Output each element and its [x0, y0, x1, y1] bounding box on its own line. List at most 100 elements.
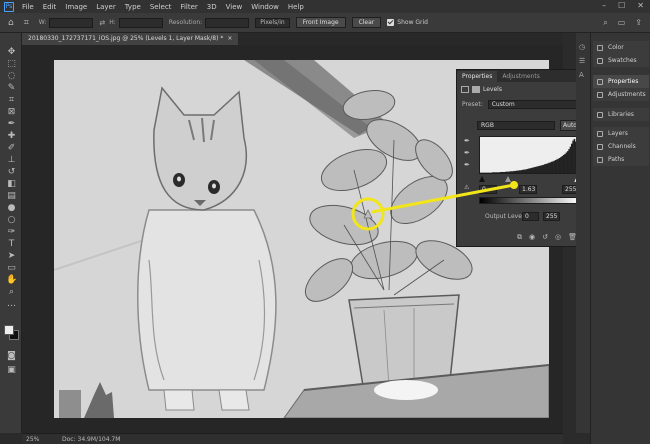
pen-tool-icon[interactable]: ✑ — [6, 227, 17, 238]
frame-tool-icon[interactable]: ⊠ — [6, 107, 17, 118]
move-tool-icon[interactable]: ✥ — [6, 47, 17, 58]
black-point-eyedropper-icon[interactable]: ✒ — [464, 137, 473, 146]
quick-mask-icon[interactable]: ◙ — [6, 351, 17, 362]
width-input[interactable] — [49, 17, 94, 28]
white-point-eyedropper-icon[interactable]: ✒ — [464, 161, 473, 170]
panel-label: Adjustments — [608, 91, 646, 98]
paths-panel-icon — [597, 156, 603, 163]
checkbox-checked-icon — [387, 19, 395, 26]
clipping-warning-icon[interactable]: ⚠ — [464, 183, 473, 192]
share-icon[interactable]: ⇪ — [635, 18, 642, 28]
black-input-handle[interactable] — [479, 176, 485, 182]
close-tab-icon[interactable]: × — [227, 33, 232, 45]
workspace-icon[interactable]: ▭ — [618, 18, 626, 28]
histogram — [479, 136, 580, 174]
marquee-tool-icon[interactable]: ⬚ — [6, 59, 17, 70]
path-selection-tool-icon[interactable]: ➤ — [6, 251, 17, 262]
menu-filter[interactable]: Filter — [180, 3, 197, 11]
panel-libraries[interactable]: Libraries — [593, 108, 649, 121]
blur-tool-icon[interactable]: ● — [6, 203, 17, 214]
panel-label: Paths — [608, 156, 625, 163]
height-input[interactable] — [118, 17, 163, 28]
reset-icon[interactable]: ↺ — [542, 233, 548, 242]
front-image-button[interactable]: Front Image — [295, 17, 346, 28]
more-tools-icon[interactable]: … — [6, 299, 17, 310]
crop-tool-icon[interactable]: ⌗ — [6, 95, 17, 106]
rectangle-tool-icon[interactable]: ▭ — [6, 263, 17, 274]
menu-edit[interactable]: Edit — [43, 3, 57, 11]
menu-type[interactable]: Type — [125, 3, 141, 11]
dodge-tool-icon[interactable]: ○ — [6, 215, 17, 226]
levels-header: Levels — [461, 86, 502, 93]
zoom-level[interactable]: 25% — [26, 436, 46, 443]
menu-select[interactable]: Select — [150, 3, 172, 11]
brush-tool-icon[interactable]: ✐ — [6, 143, 17, 154]
menu-file[interactable]: File — [22, 3, 34, 11]
libraries-panel-icon — [597, 111, 603, 118]
input-gamma-field[interactable]: 1.63 — [519, 185, 537, 194]
panel-adjustments[interactable]: Adjustments — [593, 88, 649, 101]
visibility-icon[interactable]: ◎ — [555, 233, 561, 242]
quick-select-tool-icon[interactable]: ✎ — [6, 83, 17, 94]
properties-panel: Properties Adjustments ≡ Levels Preset: … — [456, 69, 586, 247]
menu-window[interactable]: Window — [251, 3, 279, 11]
view-previous-icon[interactable]: ◉ — [529, 233, 535, 242]
clear-button[interactable]: Clear — [351, 17, 382, 28]
character-icon[interactable]: A — [579, 71, 587, 79]
channel-select[interactable]: RGB — [477, 121, 555, 130]
preset-select[interactable]: Custom — [487, 100, 580, 109]
input-black-field[interactable]: 0 — [479, 185, 497, 194]
tab-properties[interactable]: Properties — [457, 71, 498, 82]
healing-brush-tool-icon[interactable]: ✚ — [6, 131, 17, 142]
zoom-tool-icon[interactable]: ⌕ — [6, 287, 17, 298]
panel-properties[interactable]: Properties — [593, 75, 649, 88]
menu-view[interactable]: View — [226, 3, 243, 11]
preset-label: Preset: — [462, 101, 483, 108]
eyedropper-tool-icon[interactable]: ✒ — [6, 119, 17, 130]
gray-point-eyedropper-icon[interactable]: ✒ — [464, 149, 473, 158]
panel-label: Properties — [608, 78, 639, 85]
minimize-icon[interactable]: – — [602, 1, 606, 10]
output-black-field[interactable]: 0 — [522, 212, 539, 221]
resolution-input[interactable] — [205, 17, 250, 28]
maximize-icon[interactable]: ☐ — [618, 1, 625, 10]
menu-help[interactable]: Help — [288, 3, 304, 11]
clip-to-layer-icon[interactable]: ⧉ — [517, 233, 522, 242]
search-icon[interactable]: ⌕ — [603, 18, 607, 28]
history-brush-tool-icon[interactable]: ↺ — [6, 167, 17, 178]
panel-channels[interactable]: Channels — [593, 140, 649, 153]
screen-mode-icon[interactable]: ▣ — [6, 365, 17, 376]
lasso-tool-icon[interactable]: ◌ — [6, 71, 17, 82]
document-size-info[interactable]: Doc: 34.9M/104.7M — [62, 436, 120, 443]
resolution-unit-select[interactable]: Pixels/in — [255, 17, 290, 28]
preset-row: Preset: Custom — [462, 100, 580, 109]
tab-adjustments[interactable]: Adjustments — [497, 71, 545, 82]
brush-settings-icon[interactable]: ☰ — [579, 57, 587, 65]
crop-tool-icon[interactable]: ⌗ — [24, 18, 29, 28]
show-grid-checkbox[interactable]: Show Grid — [387, 19, 428, 26]
clone-stamp-tool-icon[interactable]: ⊥ — [6, 155, 17, 166]
menu-image[interactable]: Image — [65, 3, 87, 11]
gamma-input-handle[interactable] — [505, 176, 511, 182]
hand-tool-icon[interactable]: ✋ — [6, 275, 17, 286]
foreground-color-swatch[interactable] — [4, 325, 14, 335]
panel-layers[interactable]: Layers — [593, 127, 649, 140]
menu-layer[interactable]: Layer — [96, 3, 116, 11]
swap-icon[interactable]: ⇄ — [99, 19, 105, 27]
output-levels-gradient[interactable] — [479, 197, 580, 204]
home-icon[interactable]: ⌂ — [8, 18, 14, 28]
document-tab[interactable]: 20180330_172737171_iOS.jpg @ 25% (Levels… — [22, 33, 239, 45]
gradient-tool-icon[interactable]: ▤ — [6, 191, 17, 202]
resolution-label: Resolution: — [168, 19, 203, 26]
type-tool-icon[interactable]: T — [6, 239, 17, 250]
close-icon[interactable]: ✕ — [637, 1, 644, 10]
output-white-field[interactable]: 255 — [543, 212, 560, 221]
input-levels-slider[interactable] — [479, 176, 580, 182]
layer-mask-icon[interactable] — [472, 86, 480, 93]
history-icon[interactable]: ◷ — [579, 43, 587, 51]
panel-color[interactable]: Color — [593, 41, 649, 54]
menu-3d[interactable]: 3D — [207, 3, 217, 11]
eraser-tool-icon[interactable]: ◧ — [6, 179, 17, 190]
panel-paths[interactable]: Paths — [593, 153, 649, 166]
panel-swatches[interactable]: Swatches — [593, 54, 649, 67]
